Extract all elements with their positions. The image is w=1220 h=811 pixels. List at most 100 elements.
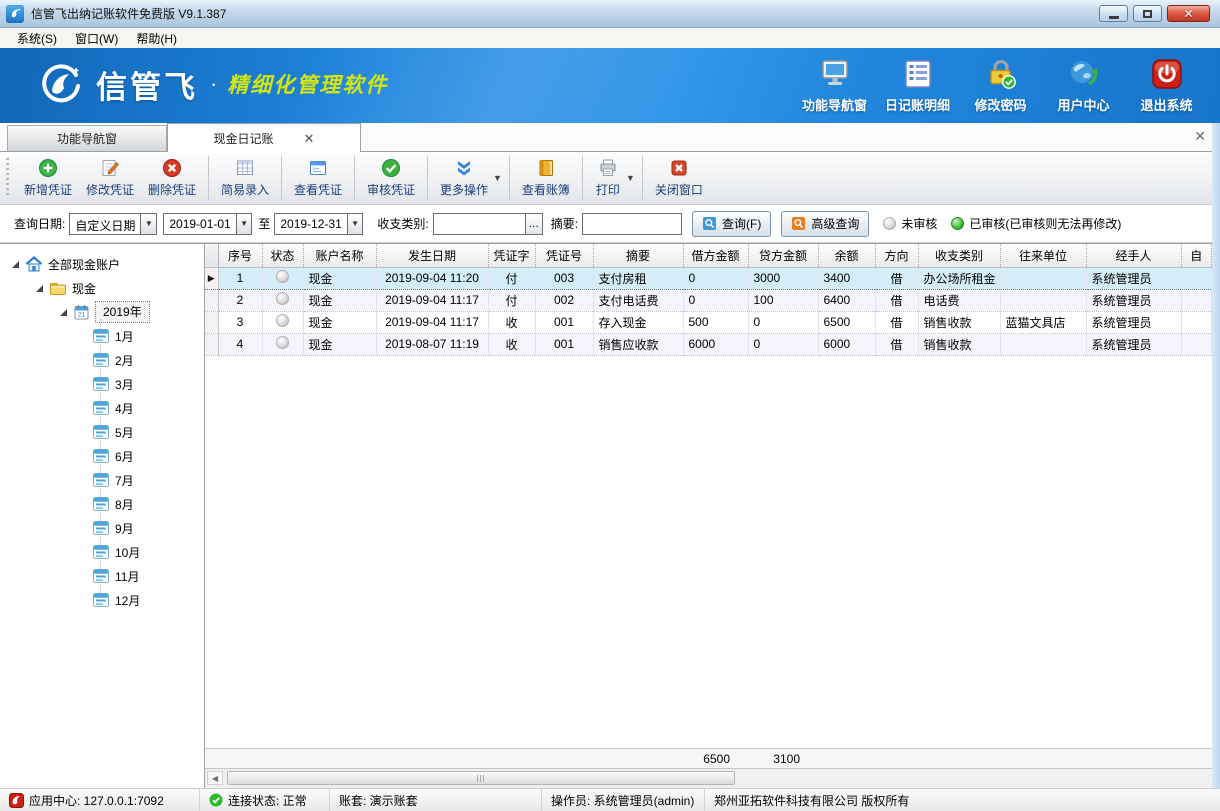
expander-icon[interactable] [36,285,43,292]
tree-item-month[interactable]: 5月 [0,420,204,444]
cell: 2019-09-04 11:17 [376,311,488,333]
banner-tool-label: 用户中心 [1057,95,1109,114]
menu-system[interactable]: 系统(S) [8,28,66,49]
easy-entry-button[interactable]: 简易录入 [214,154,276,202]
tree-item-month[interactable]: 11月 [0,564,204,588]
close-window-button[interactable]: 关闭窗口 [648,154,710,202]
menu-window[interactable]: 窗口(W) [66,28,127,49]
maximize-button[interactable] [1133,5,1162,22]
tree-item-month[interactable]: 7月 [0,468,204,492]
tree-item-year-2019[interactable]: 21 2019年 [0,300,204,324]
column-header[interactable]: 账户名称 [303,244,376,267]
tab-group-close-icon[interactable]: ✕ [1194,128,1206,145]
banner-tool-journal-detail[interactable]: 日记账明细 [876,57,959,114]
print-button[interactable]: 打印 [588,154,628,202]
tree-item-month[interactable]: 6月 [0,444,204,468]
audit-voucher-button[interactable]: 审核凭证 [360,154,422,202]
date-mode-select[interactable]: 自定义日期 ▼ [69,213,157,235]
banner-tool-nav-window[interactable]: 功能导航窗 [793,57,876,114]
view-voucher-button[interactable]: 查看凭证 [287,154,349,202]
horizontal-scrollbar[interactable]: ◀ [205,769,1212,788]
cell [1000,333,1086,355]
column-header[interactable]: 发生日期 [376,244,488,267]
toolbar-button-label: 新增凭证 [24,181,72,198]
banner-tool-change-password[interactable]: 修改密码 [959,57,1042,114]
column-header[interactable]: 状态 [262,244,303,267]
tree-item-month[interactable]: 8月 [0,492,204,516]
print-dropdown-icon[interactable]: ▼ [626,173,635,183]
edit-voucher-button[interactable]: 修改凭证 [79,154,141,202]
tree-item-month[interactable]: 12月 [0,588,204,612]
column-header[interactable]: 序号 [218,244,262,267]
cell: 系统管理员 [1086,267,1181,289]
search-button[interactable]: 查询(F) [692,211,771,237]
menu-help[interactable]: 帮助(H) [127,28,186,49]
chevron-down-icon[interactable]: ▼ [347,214,363,234]
chevron-down-icon[interactable]: ▼ [140,214,156,234]
column-header[interactable]: 贷方金额 [748,244,818,267]
column-header[interactable]: 凭证号 [535,244,593,267]
scroll-left-arrow-icon[interactable]: ◀ [207,771,223,785]
tree-item-month[interactable]: 2月 [0,348,204,372]
table-row[interactable]: 4现金2019-08-07 11:19收001销售应收款600006000借销售… [205,333,1212,355]
tab-cash-journal[interactable]: 现金日记账 ✕ [167,123,361,152]
scrollbar-thumb[interactable] [227,771,735,785]
column-header[interactable]: 摘要 [593,244,683,267]
tree-item-all-cash-accounts[interactable]: 全部现金账户 [0,252,204,276]
status-app-center: 应用中心: 127.0.0.1:7092 [0,789,200,811]
tree-item-month[interactable]: 1月 [0,324,204,348]
date-to-select[interactable]: 2019-12-31 ▼ [274,213,363,235]
banner-tool-user-center[interactable]: 用户中心 [1042,57,1125,114]
tree-item-month[interactable]: 9月 [0,516,204,540]
banner-tool-exit-system[interactable]: 退出系统 [1125,57,1208,114]
minimize-button[interactable] [1099,5,1128,22]
toolbar-separator [642,156,643,200]
more-actions-button[interactable]: 更多操作 [433,154,495,202]
category-picker-icon[interactable]: … [526,213,543,235]
tree-item-label: 11月 [115,568,139,585]
column-header[interactable]: 余额 [818,244,875,267]
cell [1000,267,1086,289]
more-actions-dropdown-icon[interactable]: ▼ [493,173,502,183]
category-input[interactable] [433,213,526,235]
banner-tool-label: 功能导航窗 [802,95,867,114]
tree-item-month[interactable]: 3月 [0,372,204,396]
advanced-search-button[interactable]: 高级查询 [781,211,869,237]
tab-close-icon[interactable]: ✕ [304,132,315,145]
toolbar-button-label: 删除凭证 [148,181,196,198]
tree-item-month[interactable]: 10月 [0,540,204,564]
expander-icon[interactable] [60,309,67,316]
column-header[interactable]: 经手人 [1086,244,1181,267]
toolbar-separator [509,156,510,200]
date-from-value: 2019-01-01 [164,214,235,234]
tree-item-label: 9月 [115,520,134,537]
journal-table: 序号 状态 账户名称 发生日期 凭证字 凭证号 摘要 借方金额 贷方金额 余额 … [205,244,1212,356]
close-button[interactable]: ✕ [1167,5,1210,22]
tree-item-cash[interactable]: 现金 [0,276,204,300]
chevron-down-icon[interactable]: ▼ [236,214,252,234]
view-ledger-button[interactable]: 查看账簿 [515,154,577,202]
column-header[interactable]: 自 [1181,244,1212,267]
add-voucher-button[interactable]: 新增凭证 [17,154,79,202]
column-header[interactable]: 收支类别 [918,244,1000,267]
cell: 支付房租 [593,267,683,289]
summary-input[interactable] [582,213,682,235]
table-row[interactable]: 3现金2019-09-04 11:17收001存入现金50006500借销售收款… [205,311,1212,333]
tree-item-month[interactable]: 4月 [0,396,204,420]
toolbar-grip[interactable] [6,158,9,198]
date-from-select[interactable]: 2019-01-01 ▼ [163,213,252,235]
expander-icon[interactable] [12,261,19,268]
cell: 3000 [748,267,818,289]
column-header[interactable]: 凭证字 [488,244,535,267]
table-row[interactable]: ▶1现金2019-09-04 11:20付003支付房租030003400借办公… [205,267,1212,289]
table-row[interactable]: 2现金2019-09-04 11:17付002支付电话费01006400借电话费… [205,289,1212,311]
cell [1181,311,1212,333]
brand-logo-icon [38,61,84,107]
delete-voucher-button[interactable]: 删除凭证 [141,154,203,202]
column-header[interactable]: 往来单位 [1000,244,1086,267]
column-header[interactable]: 借方金额 [683,244,748,267]
status-cell [262,311,303,333]
column-header[interactable]: 方向 [875,244,918,267]
tab-nav-window[interactable]: 功能导航窗 [7,125,167,151]
month-list-icon [92,544,110,560]
